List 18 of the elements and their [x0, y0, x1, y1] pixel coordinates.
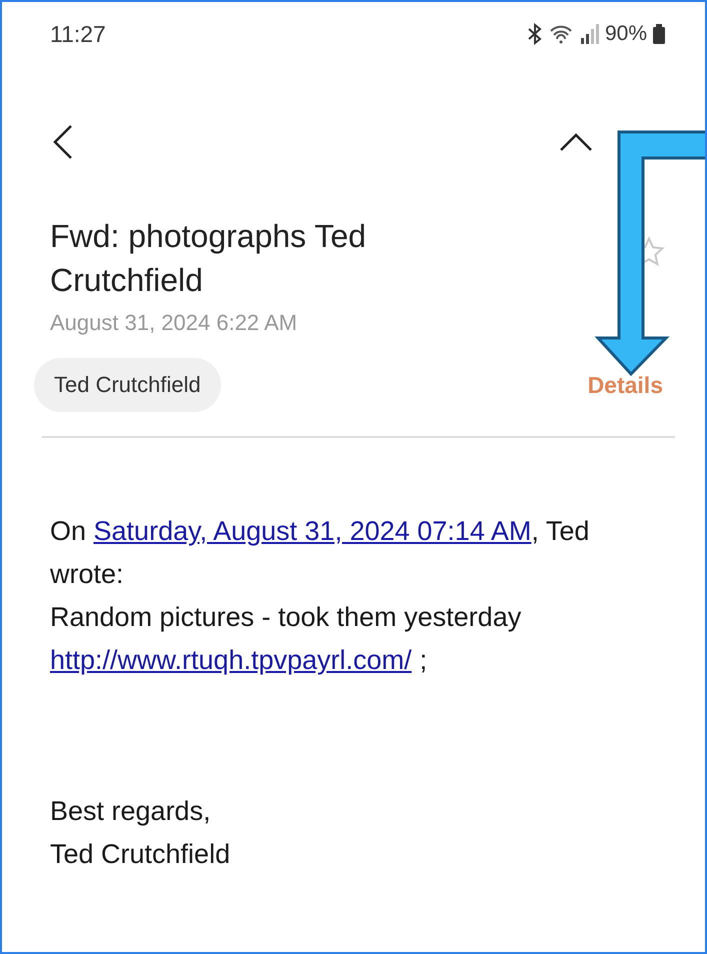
status-time: 11:27: [50, 20, 106, 48]
url-link[interactable]: http://www.rtuqh.tpvpayrl.com/: [50, 645, 420, 675]
quote-header: On Saturday, August 31, 2024 07:14 AM, Ted wrote:: [50, 515, 590, 591]
signoff-text: Best regards,: [50, 795, 212, 828]
bluetooth-icon: [526, 23, 543, 45]
url-line: http://www.rtuqh.tpvpayrl.com/ ;: [50, 644, 428, 677]
message-text: Random pictures - took them yesterday: [50, 601, 522, 634]
star-icon[interactable]: [643, 236, 665, 268]
battery-percent: 90%: [604, 22, 647, 46]
date-link[interactable]: Saturday, August 31, 2024 07:14 AM: [94, 516, 532, 546]
signal-icon: [580, 24, 599, 44]
email-subject: Fwd: photographs Ted Crutchfield: [50, 217, 368, 300]
email-date: August 31, 2024 6:22 AM: [49, 310, 298, 336]
battery-icon: [653, 24, 665, 44]
signature-text: Ted Crutchfield: [50, 838, 232, 871]
sender-chip[interactable]: Ted Crutchfield: [34, 358, 221, 412]
back-icon[interactable]: [52, 124, 74, 160]
chevron-up-icon[interactable]: [559, 132, 593, 152]
